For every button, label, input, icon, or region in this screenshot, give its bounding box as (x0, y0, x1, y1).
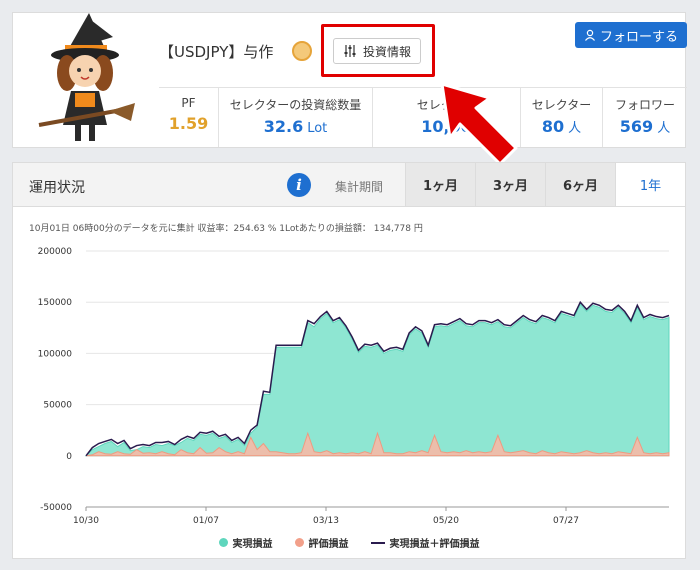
stat-value: 1.59 (159, 114, 218, 133)
stat-label: セレクター (531, 98, 592, 112)
stat-selector-amount: セレクター 10,00 (373, 88, 521, 147)
y-tick-label: 200000 (38, 247, 73, 257)
stat-label: PF (181, 96, 196, 110)
y-tick-label: 50000 (43, 401, 72, 411)
profit-chart: -50000 0 50000 100000 150000 200000 10/30 01/07… (38, 247, 670, 526)
strategy-card: 【USDJPY】与作 投資情報 フォローする PF 1.59 セレクターの投資総… (12, 12, 687, 148)
stat-label: セレクターの投資総数量 (229, 98, 362, 112)
stat-followers: フォロワー 569 人 (603, 88, 687, 147)
tab-3-months[interactable]: 3ヶ月 (475, 163, 545, 206)
stat-unit: 人 (657, 121, 671, 136)
chart-legend: 実現損益 評価損益 実現損益＋評価損益 (13, 535, 685, 550)
legend-item-realized[interactable]: 実現損益 (218, 535, 273, 550)
stat-number: 569 (619, 117, 654, 136)
stats-row: PF 1.59 セレクターの投資総数量 32.6 Lot セレクター 10,00 … (159, 87, 687, 147)
stat-label: フォロワー (614, 98, 675, 112)
legend-item-unrealized[interactable]: 評価損益 (294, 535, 349, 550)
stat-value: 80 人 (521, 117, 602, 136)
stat-number: 80 (541, 117, 565, 136)
legend-label: 実現損益 (232, 539, 273, 550)
stat-number: 32.6 (263, 117, 304, 136)
legend-swatch (218, 538, 228, 547)
panel-header: 運用状況 i 集計期間 1ヶ月 3ヶ月 6ヶ月 1年 (13, 163, 685, 207)
follow-button[interactable]: フォローする (575, 22, 687, 48)
stat-number: 1.59 (168, 114, 209, 133)
stat-unit: Lot (307, 121, 328, 136)
legend-label: 実現損益＋評価損益 (389, 539, 480, 550)
medal-icon (292, 41, 312, 61)
stat-value: 32.6 Lot (219, 117, 372, 136)
stat-pf: PF 1.59 (159, 88, 219, 147)
x-tick-label: 10/30 (73, 516, 99, 526)
legend-item-total[interactable]: 実現損益＋評価損益 (370, 535, 480, 550)
y-tick-label: 100000 (38, 349, 73, 359)
legend-swatch (294, 538, 304, 547)
performance-panel: 運用状況 i 集計期間 1ヶ月 3ヶ月 6ヶ月 1年 10月01日 06時00分… (12, 162, 686, 559)
x-tick-label: 03/13 (313, 516, 339, 526)
stat-label: セレクター (416, 98, 477, 112)
x-tick-label: 01/07 (193, 516, 219, 526)
x-tick-label: 05/20 (433, 516, 459, 526)
legend-swatch (370, 541, 385, 544)
stat-value: 569 人 (603, 117, 687, 136)
y-tick-label: -50000 (40, 503, 72, 513)
invest-info-button[interactable]: 投資情報 (333, 38, 421, 64)
strategy-name: 【USDJPY】与作 (159, 43, 274, 61)
period-label: 集計期間 (335, 180, 384, 194)
y-tick-label: 0 (66, 452, 72, 462)
sliders-icon (344, 45, 356, 57)
invest-info-label: 投資情報 (362, 44, 411, 59)
follow-label: フォローする (599, 29, 678, 45)
stat-selector-count: セレクター 80 人 (521, 88, 603, 147)
x-tick-label: 07/27 (553, 516, 579, 526)
witch-avatar-image (38, 13, 135, 141)
info-icon[interactable]: i (287, 173, 311, 197)
tab-6-months[interactable]: 6ヶ月 (545, 163, 615, 206)
user-icon (585, 29, 595, 41)
tab-1-year[interactable]: 1年 (615, 163, 685, 206)
stat-total-lot: セレクターの投資総数量 32.6 Lot (219, 88, 373, 147)
stat-number: 10,00 (421, 117, 472, 136)
stat-value: 10,00 (373, 117, 520, 136)
panel-title: 運用状況 (29, 180, 85, 196)
legend-label: 評価損益 (308, 539, 349, 550)
y-tick-label: 150000 (38, 298, 73, 308)
tab-1-month[interactable]: 1ヶ月 (405, 163, 475, 206)
stat-unit: 人 (568, 121, 582, 136)
